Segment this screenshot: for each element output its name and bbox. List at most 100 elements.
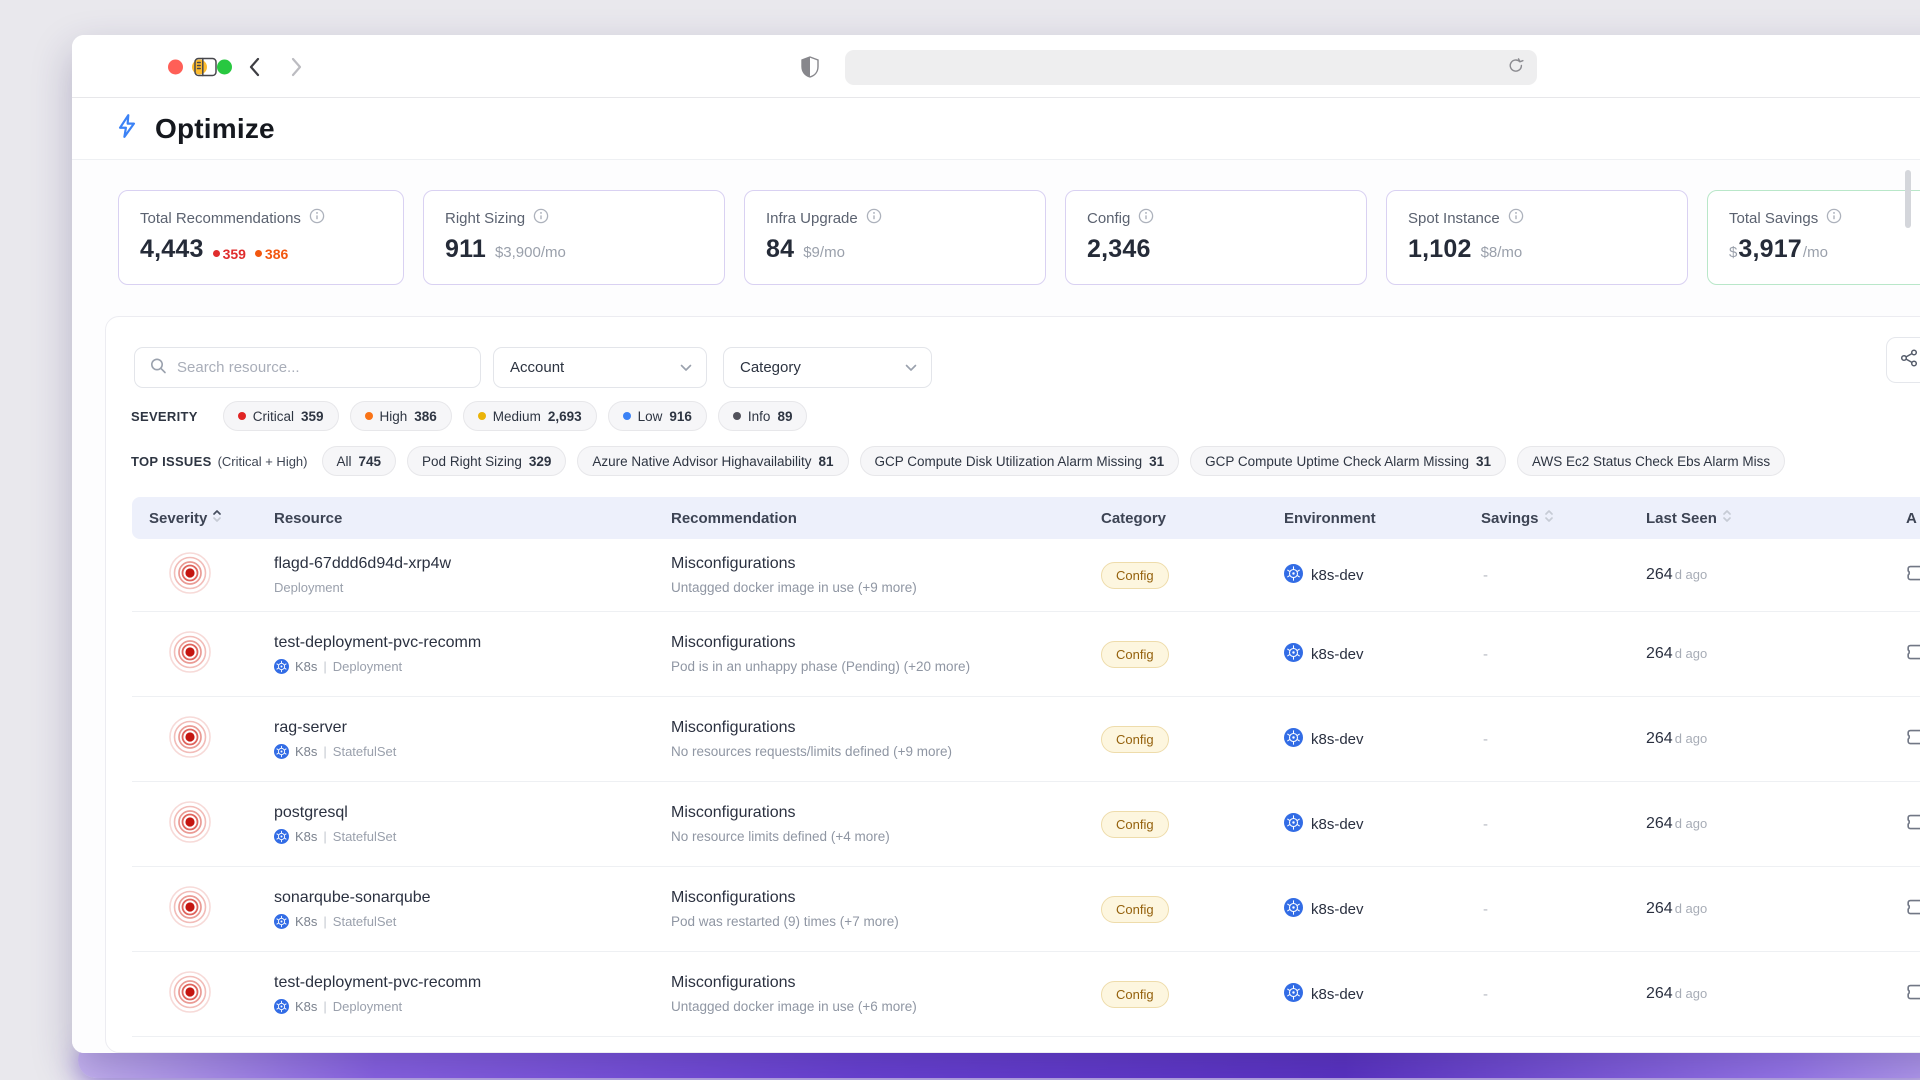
severity-chip-info[interactable]: Info89 xyxy=(718,401,808,431)
close-window-button[interactable] xyxy=(168,60,183,75)
resource-name: postgresql xyxy=(274,804,671,822)
category-cell: Config xyxy=(1101,562,1284,589)
search-input[interactable] xyxy=(177,348,467,387)
severity-cell xyxy=(149,630,274,679)
column-savings[interactable]: Savings xyxy=(1481,508,1646,528)
resource-cell: rag-server K8s | StatefulSet xyxy=(274,719,671,759)
category-cell: Config xyxy=(1101,726,1284,753)
stat-sub-value: $3,900/mo xyxy=(495,244,566,261)
info-icon[interactable] xyxy=(1138,208,1154,228)
main-content: Total Recommendations 4,443 359 386 Righ… xyxy=(72,160,1920,1053)
ticket-icon[interactable] xyxy=(1906,981,1920,1008)
forward-icon[interactable] xyxy=(291,57,303,77)
stats-row: Total Recommendations 4,443 359 386 Righ… xyxy=(72,160,1920,285)
resource-name: rag-server xyxy=(274,719,671,737)
action-cell xyxy=(1906,896,1920,923)
kubernetes-icon xyxy=(1284,983,1303,1006)
issue-chip-azure-advisor[interactable]: Azure Native Advisor Highavailability81 xyxy=(577,446,848,476)
ticket-icon[interactable] xyxy=(1906,896,1920,923)
savings-cell: - xyxy=(1481,646,1646,663)
table-row[interactable]: sonarqube-sonarqube K8s | StatefulSet Mi… xyxy=(132,867,1920,952)
issue-chip-gcp-uptime[interactable]: GCP Compute Uptime Check Alarm Missing31 xyxy=(1190,446,1506,476)
config-category-badge: Config xyxy=(1101,562,1169,589)
action-cell xyxy=(1906,981,1920,1008)
browser-window: Optimize Total Recommendations 4,443 359… xyxy=(72,35,1920,1053)
table-row[interactable]: test-deployment-pvc-recomm K8s | Deploym… xyxy=(132,952,1920,1037)
issue-chip-gcp-disk[interactable]: GCP Compute Disk Utilization Alarm Missi… xyxy=(860,446,1180,476)
severity-chip-critical[interactable]: Critical359 xyxy=(223,401,339,431)
info-icon[interactable] xyxy=(309,208,325,228)
share-button[interactable] xyxy=(1886,337,1920,383)
recommendation-detail: Pod was restarted (9) times (+7 more) xyxy=(671,914,1101,929)
last-seen-cell: 264d ago xyxy=(1646,566,1906,584)
environment-name: k8s-dev xyxy=(1311,816,1364,833)
table-row[interactable]: postgresql K8s | StatefulSet Misconfigur… xyxy=(132,782,1920,867)
recommendation-title: Misconfigurations xyxy=(671,634,1101,652)
stat-label: Total Savings xyxy=(1729,210,1818,227)
medium-dot-icon xyxy=(478,412,486,420)
issue-chip-all[interactable]: All745 xyxy=(322,446,397,476)
severity-row-label: SEVERITY xyxy=(131,409,198,424)
privacy-shield-icon[interactable] xyxy=(800,56,820,78)
currency-symbol: $ xyxy=(1729,244,1737,261)
account-dropdown-label: Account xyxy=(510,359,564,376)
page-title: Optimize xyxy=(155,113,275,145)
sidebar-toggle-icon[interactable] xyxy=(194,58,217,77)
severity-chip-medium[interactable]: Medium2,693 xyxy=(463,401,597,431)
issue-chip-pod-right-sizing[interactable]: Pod Right Sizing329 xyxy=(407,446,566,476)
column-last-seen[interactable]: Last Seen xyxy=(1646,508,1906,528)
severity-chip-high[interactable]: High386 xyxy=(350,401,452,431)
last-seen-cell: 264d ago xyxy=(1646,645,1906,663)
stat-value: 3,917 xyxy=(1738,235,1802,264)
account-dropdown[interactable]: Account xyxy=(493,347,707,388)
address-bar[interactable] xyxy=(845,50,1537,85)
back-icon[interactable] xyxy=(248,57,260,77)
zoom-window-button[interactable] xyxy=(217,60,232,75)
table-row[interactable]: rag-server K8s | StatefulSet Misconfigur… xyxy=(132,697,1920,782)
reload-icon[interactable] xyxy=(1507,56,1525,79)
recommendation-title: Misconfigurations xyxy=(671,804,1101,822)
info-icon[interactable] xyxy=(533,208,549,228)
resource-platform: K8s xyxy=(295,829,317,844)
stat-value: 911 xyxy=(445,235,486,264)
config-category-badge: Config xyxy=(1101,641,1169,668)
savings-cell: - xyxy=(1481,731,1646,748)
high-dot-icon xyxy=(255,250,262,257)
issue-chip-aws-ec2[interactable]: AWS Ec2 Status Check Ebs Alarm Miss xyxy=(1517,446,1785,476)
table-row[interactable]: flagd-67ddd6d94d-xrp4w Deployment Miscon… xyxy=(132,539,1920,612)
recommendation-detail: Pod is in an unhappy phase (Pending) (+2… xyxy=(671,659,1101,674)
info-icon[interactable] xyxy=(866,208,882,228)
column-recommendation: Recommendation xyxy=(671,510,1101,527)
resource-kind: StatefulSet xyxy=(333,829,397,844)
info-icon[interactable] xyxy=(1508,208,1524,228)
stat-card-total-savings: Total Savings $ 3,917 /mo xyxy=(1707,190,1920,285)
search-icon xyxy=(149,356,167,379)
ticket-icon[interactable] xyxy=(1906,562,1920,589)
savings-cell: - xyxy=(1481,901,1646,918)
severity-chip-low[interactable]: Low916 xyxy=(608,401,707,431)
sort-icon xyxy=(1544,508,1554,528)
ticket-icon[interactable] xyxy=(1906,811,1920,838)
scrollbar-thumb[interactable] xyxy=(1905,170,1911,228)
info-icon[interactable] xyxy=(1826,208,1842,228)
resource-name: sonarqube-sonarqube xyxy=(274,889,671,907)
stat-sub-value: $8/mo xyxy=(1481,244,1523,261)
table-header: Severity Resource Recommendation Categor… xyxy=(132,497,1920,539)
ticket-icon[interactable] xyxy=(1906,641,1920,668)
stat-card-infra-upgrade: Infra Upgrade 84 $9/mo xyxy=(744,190,1046,285)
stat-card-config: Config 2,346 xyxy=(1065,190,1367,285)
table-row[interactable]: test-deployment-pvc-recomm K8s | Deploym… xyxy=(132,612,1920,697)
resource-name: test-deployment-pvc-recomm xyxy=(274,974,671,992)
category-cell: Config xyxy=(1101,981,1284,1008)
resource-kind: StatefulSet xyxy=(333,914,397,929)
critical-dot-icon xyxy=(238,412,246,420)
kubernetes-icon xyxy=(1284,898,1303,921)
ticket-icon[interactable] xyxy=(1906,726,1920,753)
stat-value: 1,102 xyxy=(1408,235,1472,264)
column-severity[interactable]: Severity xyxy=(149,508,274,528)
category-dropdown[interactable]: Category xyxy=(723,347,932,388)
environment-cell: k8s-dev xyxy=(1284,813,1481,836)
savings-cell: - xyxy=(1481,986,1646,1003)
savings-cell: - xyxy=(1481,816,1646,833)
severity-cell xyxy=(149,715,274,764)
